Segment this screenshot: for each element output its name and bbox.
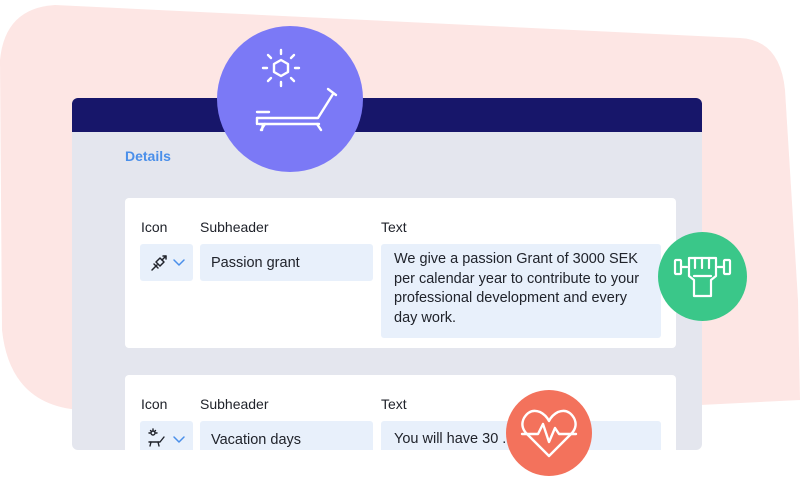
benefit-card: Icon Subheader Text Passion grant We giv… — [125, 198, 676, 348]
icon-select[interactable] — [140, 421, 193, 450]
editor-window: Details Icon Subheader Text Passion gran… — [72, 98, 702, 450]
window-titlebar — [72, 98, 702, 132]
chevron-down-icon — [173, 259, 185, 266]
heart-pulse-icon — [520, 409, 578, 458]
gift-link-icon — [151, 255, 167, 271]
text-column-label: Text — [381, 396, 407, 412]
section-title: Details — [125, 148, 171, 164]
fist-weights-badge — [658, 232, 747, 321]
subheader-column-label: Subheader — [200, 396, 269, 412]
benefit-card: Icon Subheader Text Vacation days You wi… — [125, 375, 676, 450]
sun-lounger-badge — [217, 26, 363, 172]
icon-select[interactable] — [140, 244, 193, 281]
chevron-down-icon — [173, 436, 185, 443]
text-column-label: Text — [381, 219, 407, 235]
subheader-column-label: Subheader — [200, 219, 269, 235]
sun-lounger-icon — [255, 48, 338, 132]
icon-column-label: Icon — [141, 219, 168, 235]
heart-pulse-badge — [506, 390, 592, 476]
subheader-input[interactable]: Vacation days — [200, 421, 373, 450]
subheader-input[interactable]: Passion grant — [200, 244, 373, 281]
fist-weights-icon — [673, 256, 732, 298]
icon-column-label: Icon — [141, 396, 168, 412]
text-input[interactable]: We give a passion Grant of 3000 SEK per … — [381, 244, 661, 338]
sun-lounger-icon — [148, 428, 165, 447]
